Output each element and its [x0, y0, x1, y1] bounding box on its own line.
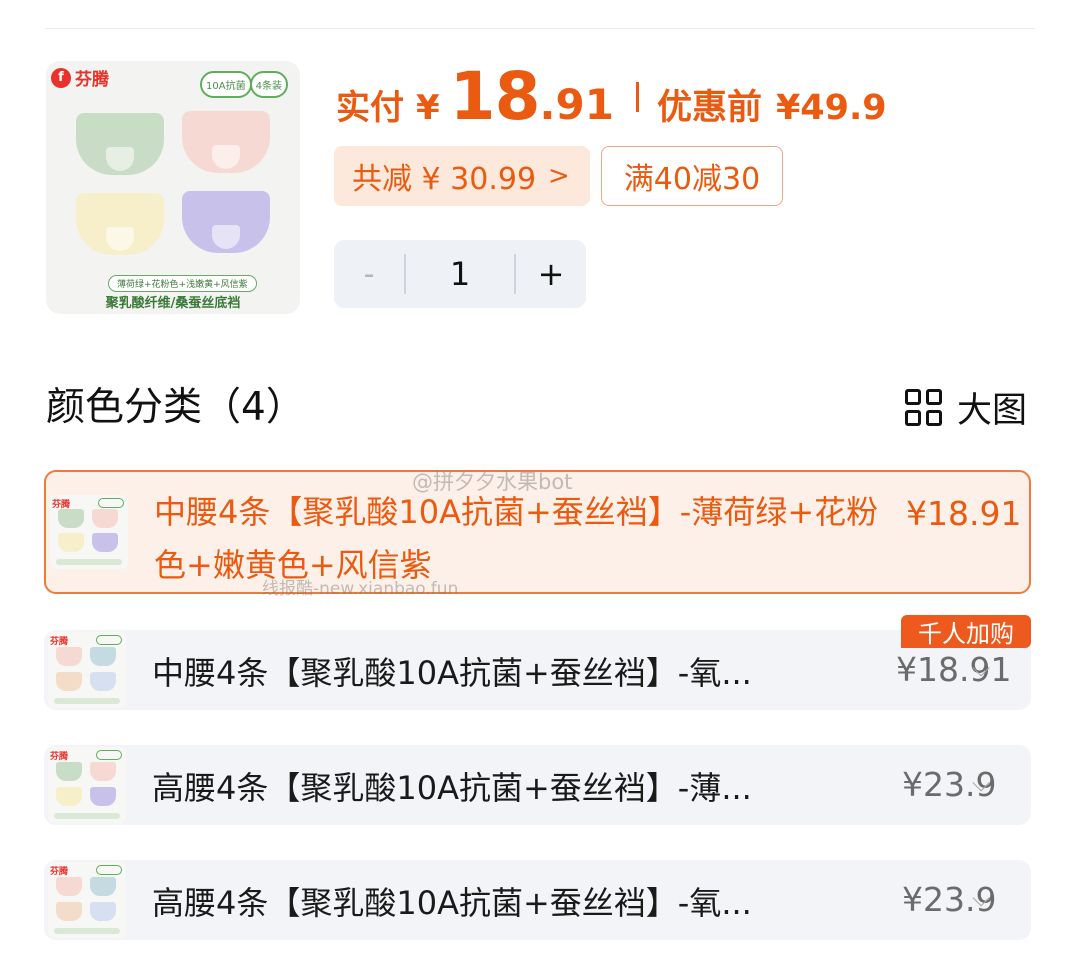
- mini-swatch: [58, 533, 84, 552]
- chevron-down-icon[interactable]: ⌵: [972, 884, 998, 912]
- discount-text: 共减 ¥ 30.99: [352, 162, 537, 197]
- mini-swatch: [56, 672, 82, 691]
- mini-badge: [96, 635, 122, 645]
- mini-badge: [96, 865, 122, 875]
- badge-antibacterial: 10A抗菌: [200, 71, 252, 98]
- top-divider: [46, 28, 1034, 29]
- badge-pack-count: 4条装: [249, 71, 288, 98]
- chevron-right-icon: >: [548, 161, 570, 191]
- big-view-label: 大图: [957, 391, 1028, 431]
- chevron-down-icon[interactable]: ⌵: [972, 654, 998, 682]
- mini-caption: [56, 559, 122, 565]
- mini-swatch: [90, 787, 116, 806]
- mini-badge: [98, 498, 124, 508]
- watermark-weibo: @拼夕夕水果bot: [412, 470, 573, 494]
- coupon-chip[interactable]: 满40减30: [601, 146, 783, 206]
- panty-purple: [182, 191, 270, 253]
- mini-swatch: [92, 533, 118, 552]
- mini-brand: 芬腾: [50, 637, 69, 647]
- chevron-down-icon[interactable]: ⌵: [972, 769, 998, 797]
- mini-swatch: [90, 877, 116, 896]
- option-name: 高腰4条【聚乳酸10A抗菌+蚕丝裆】-氧...: [152, 884, 752, 922]
- grid-icon: [905, 388, 943, 427]
- mini-swatch: [90, 762, 116, 781]
- option-price: ¥18.91: [906, 494, 1022, 533]
- mini-swatch: [90, 902, 116, 921]
- quantity-value[interactable]: 1: [404, 254, 516, 294]
- watermark-site: 线报酷-new.xianbao.fun: [262, 579, 459, 599]
- big-view-toggle[interactable]: 大图: [905, 382, 1027, 433]
- image-caption-colors: 薄荷绿+花粉色+浅嫩黄+风信紫: [108, 275, 257, 292]
- hot-purchase-badge: 千人加购: [901, 615, 1031, 648]
- mini-swatch: [56, 902, 82, 921]
- panty-yellow: [76, 193, 164, 255]
- mini-swatch: [90, 647, 116, 666]
- original-label: 优惠前: [656, 88, 762, 128]
- brand-logo-icon: f: [51, 67, 71, 88]
- mini-swatch: [92, 509, 118, 528]
- mini-swatch: [56, 647, 82, 666]
- option-thumbnail: 芬腾: [50, 495, 128, 569]
- paid-currency: ¥: [416, 88, 440, 128]
- mini-brand: 芬腾: [50, 867, 69, 877]
- option-thumbnail: 芬腾: [48, 747, 126, 823]
- color-category-title: 颜色分类（4）: [46, 385, 305, 430]
- price-row: 实付 ¥ 18 .91 优惠前 ¥49.9: [336, 58, 887, 135]
- option-thumbnail: 芬腾: [48, 632, 126, 708]
- brand-name: 芬腾: [75, 70, 109, 90]
- discount-detail-button[interactable]: 共减 ¥ 30.99 >: [334, 146, 590, 206]
- mini-brand: 芬腾: [50, 752, 69, 762]
- mini-caption: [54, 813, 120, 819]
- mini-swatch: [56, 877, 82, 896]
- product-badges: 10A抗菌 4条装: [200, 71, 288, 98]
- mini-caption: [54, 928, 120, 934]
- quantity-increase-button[interactable]: +: [516, 255, 586, 293]
- mini-badge: [96, 750, 122, 760]
- option-name: 中腰4条【聚乳酸10A抗菌+蚕丝裆】-氧...: [152, 654, 752, 692]
- option-name: 高腰4条【聚乳酸10A抗菌+蚕丝裆】-薄...: [152, 769, 752, 807]
- quantity-stepper: - 1 +: [334, 240, 586, 308]
- option-thumbnail: 芬腾: [48, 862, 126, 938]
- product-image[interactable]: f 芬腾 10A抗菌 4条装 薄荷绿+花粉色+浅嫩黄+风信紫 聚乳酸纤维/桑蚕丝…: [46, 61, 300, 314]
- option-row-4[interactable]: 芬腾 高腰4条【聚乳酸10A抗菌+蚕丝裆】-氧... ¥23.9 ⌵: [44, 860, 1031, 940]
- mini-swatch: [56, 762, 82, 781]
- brand-logo: f 芬腾: [51, 65, 109, 90]
- paid-price-integer: 18: [449, 58, 541, 135]
- option-row-3[interactable]: 芬腾 高腰4条【聚乳酸10A抗菌+蚕丝裆】-薄... ¥23.9 ⌵: [44, 745, 1031, 825]
- mini-caption: [54, 698, 120, 704]
- panty-mint: [76, 113, 164, 175]
- paid-price-decimal: .91: [539, 80, 614, 129]
- panty-pink: [182, 111, 270, 173]
- option-row-2[interactable]: 芬腾 中腰4条【聚乳酸10A抗菌+蚕丝裆】-氧... ¥18.91 ⌵: [44, 630, 1031, 710]
- original-price: ¥49.9: [775, 88, 887, 128]
- mini-swatch: [56, 787, 82, 806]
- quantity-decrease-button[interactable]: -: [334, 257, 404, 292]
- image-caption-material: 聚乳酸纤维/桑蚕丝底裆: [105, 296, 241, 311]
- paid-label: 实付: [336, 88, 404, 128]
- mini-swatch: [90, 672, 116, 691]
- price-separator: [635, 81, 639, 112]
- mini-swatch: [58, 509, 84, 528]
